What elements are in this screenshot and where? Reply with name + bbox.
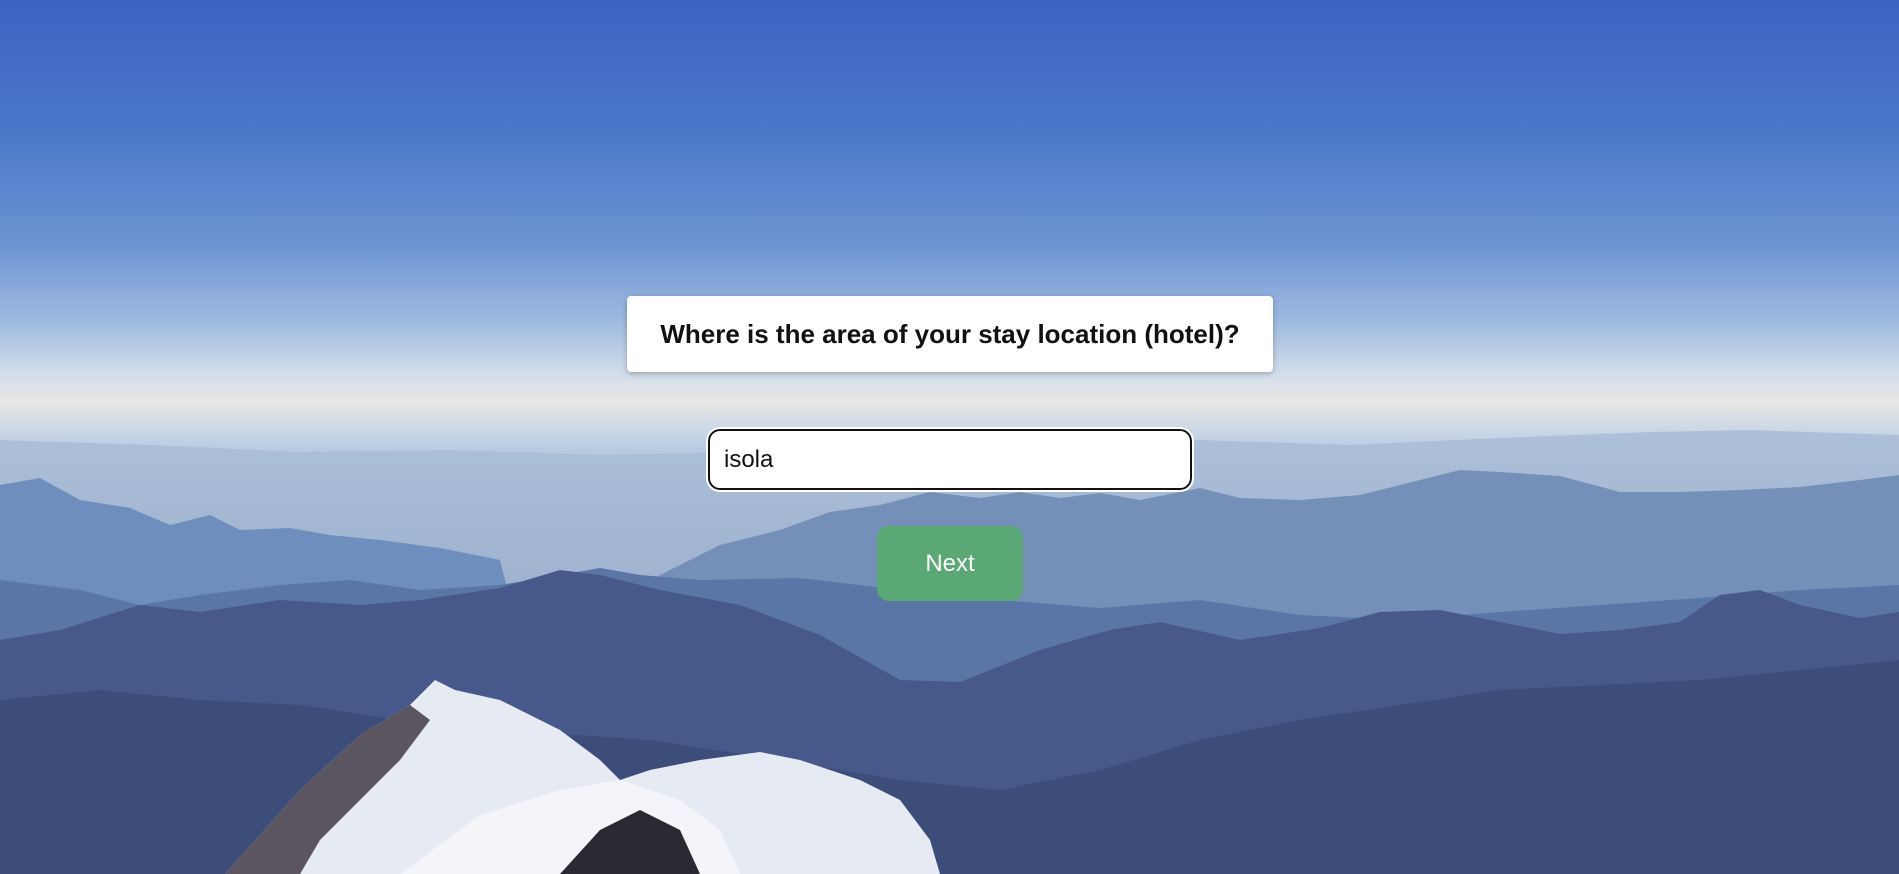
question-card: Where is the area of your stay location … bbox=[627, 296, 1273, 372]
next-button[interactable]: Next bbox=[877, 526, 1023, 601]
location-input[interactable] bbox=[706, 427, 1194, 492]
question-text: Where is the area of your stay location … bbox=[660, 318, 1240, 349]
page-background: Where is the area of your stay location … bbox=[0, 0, 1899, 874]
